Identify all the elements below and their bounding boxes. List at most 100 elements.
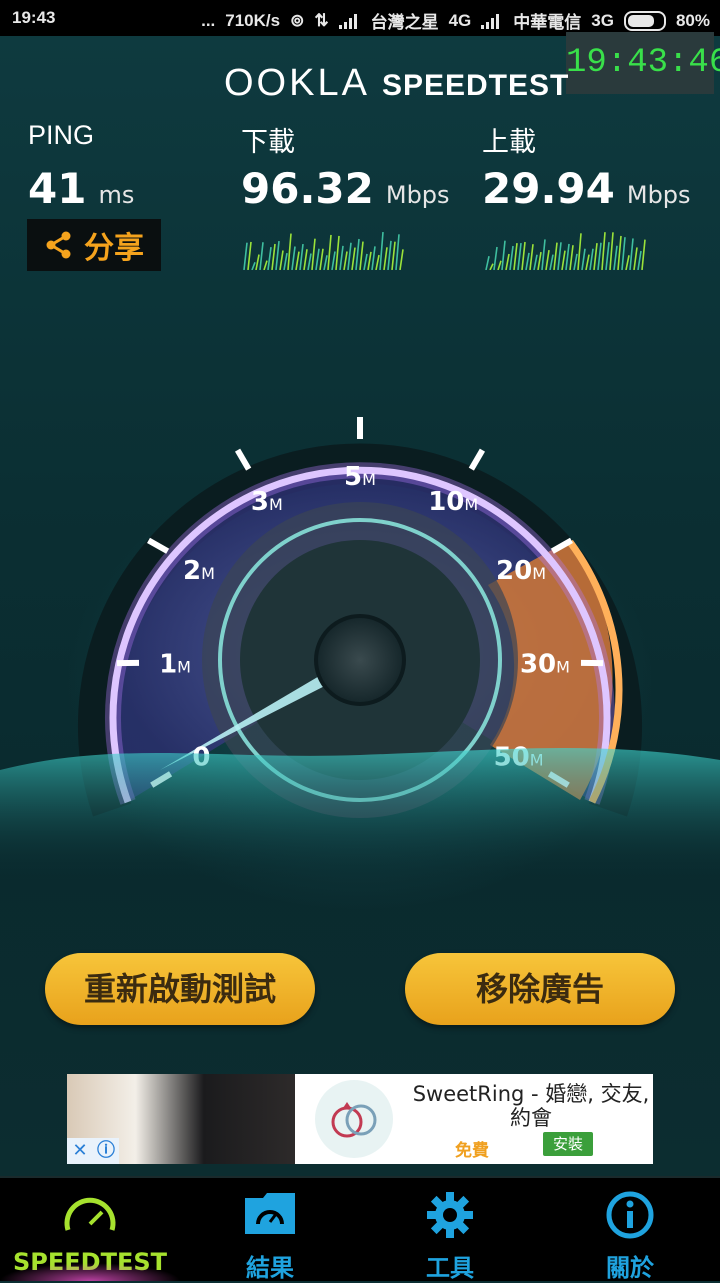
download-label: 下載 — [241, 120, 295, 159]
status-time: 19:43 — [12, 8, 55, 28]
sparkline-bar — [514, 243, 517, 270]
signal-icon-1 — [339, 13, 361, 29]
sparkline-bar — [336, 236, 339, 270]
ping-unit: ms — [98, 181, 134, 209]
upload-unit: Mbps — [627, 181, 691, 209]
sparkline-bar — [276, 241, 279, 270]
sparkline-bar — [590, 249, 593, 270]
sparkline-bar — [360, 242, 363, 270]
nav-results[interactable]: 結果 — [180, 1178, 360, 1281]
upload-value-group: 29.94 Mbps — [482, 164, 691, 213]
sparkline-bar — [630, 238, 633, 270]
sparkline-bar — [344, 252, 347, 270]
network-speed: 710K/s — [225, 11, 280, 31]
sparkline-bar — [498, 261, 501, 270]
nav-about[interactable]: 關於 — [540, 1178, 720, 1281]
clock-overlay: 19:43:46 — [566, 32, 714, 94]
network-type-2: 3G — [591, 11, 614, 31]
sparkline-bar — [574, 254, 577, 270]
ping-value: 41 — [28, 164, 86, 213]
nav-label-tools: 工具 — [360, 1248, 540, 1283]
sparkline-bar — [400, 249, 403, 270]
sparkline-bar — [614, 246, 617, 270]
ad-banner[interactable]: ✕ ⓘ SweetRing - 婚戀, 交友, 約會 免費 安裝 — [67, 1074, 653, 1164]
sparkline-bar — [380, 232, 383, 270]
sparkline-bar — [372, 246, 375, 270]
ad-app-logo — [315, 1080, 393, 1158]
ad-title: SweetRing - 婚戀, 交友, 約會 — [411, 1082, 651, 1130]
bottom-navigation: SPEEDTEST 結果 工具 關於 — [0, 1176, 720, 1281]
hotspot-icon: ⊚ — [290, 11, 304, 31]
remove-ads-button[interactable]: 移除廣告 — [405, 953, 675, 1025]
download-value-group: 96.32Mbps — [241, 164, 450, 213]
sparkline-bar — [522, 242, 525, 270]
sparkline-bar — [634, 247, 637, 270]
sparkline-bar — [348, 243, 351, 270]
sparkline-bar — [280, 250, 283, 270]
network-type-1: 4G — [449, 11, 472, 31]
share-icon — [44, 230, 74, 260]
ad-info-icon[interactable]: ⓘ — [93, 1138, 119, 1164]
signal-icon-2 — [481, 13, 503, 29]
sparkline-bar — [538, 252, 541, 270]
download-sparkline — [240, 226, 404, 270]
ad-controls: ✕ ⓘ — [67, 1138, 119, 1164]
gauge-hub — [316, 616, 404, 704]
ping-label: PING — [28, 120, 94, 151]
restart-test-button[interactable]: 重新啟動測試 — [45, 953, 315, 1025]
sparkline-bar — [566, 244, 569, 270]
sparkline-bar — [324, 255, 327, 270]
sparkline-bar — [304, 249, 307, 270]
data-transfer-icon: ⇅ — [314, 11, 328, 31]
sparkline-bar — [490, 264, 493, 270]
sparkline-bar — [602, 232, 605, 270]
speed-gauge: 01M2M3M5M10M20M30M50M — [0, 360, 720, 880]
more-dots: ... — [201, 11, 215, 31]
sparkline-bar — [300, 244, 303, 270]
share-button[interactable]: 分享 — [27, 219, 161, 271]
ad-free-label: 免費 — [455, 1136, 489, 1161]
sparkline-bar — [316, 249, 319, 270]
sparkline-bar — [248, 242, 251, 270]
wave-surface — [0, 748, 720, 880]
sparkline-bar — [396, 234, 399, 270]
sparkline-bar — [594, 243, 597, 270]
sparkline-bar — [530, 244, 533, 270]
gauge-tick — [471, 450, 482, 469]
sparkline-bar — [244, 243, 247, 270]
logo-speedtest: SPEEDTEST — [382, 69, 569, 102]
nav-tools[interactable]: 工具 — [360, 1178, 540, 1281]
sparkline-bar — [356, 239, 359, 270]
sparkline-bar — [296, 252, 299, 270]
sparkline-bar — [526, 253, 529, 270]
sparkline-bar — [494, 247, 497, 270]
battery-icon — [624, 11, 666, 31]
ping-value-group: 41 ms — [28, 164, 134, 213]
sparkline-bar — [542, 239, 545, 270]
upload-sparkline — [482, 226, 646, 270]
logo-ookla: OOKLA — [224, 62, 370, 104]
carrier-2: 中華電信 — [513, 8, 581, 33]
sparkline-bar — [368, 252, 371, 270]
speedometer-icon — [62, 1190, 118, 1240]
battery-percent: 80% — [676, 11, 710, 31]
ad-install-button[interactable]: 安裝 — [543, 1132, 593, 1156]
gauge-tick — [238, 450, 249, 469]
ad-close-icon[interactable]: ✕ — [67, 1138, 93, 1164]
sparkline-bar — [252, 262, 255, 270]
carrier-1: 台灣之星 — [371, 8, 439, 33]
sparkline-bar — [598, 243, 601, 270]
app-logo: OOKLA SPEEDTEST — [224, 62, 569, 105]
status-icons: ... 710K/s ⊚ ⇅ 台灣之星 4G 中華電信 3G 80% — [201, 8, 710, 33]
sparkline-bar — [284, 253, 287, 270]
sparkline-bar — [352, 248, 355, 270]
sparkline-bar — [618, 236, 621, 270]
nav-label-results: 結果 — [180, 1248, 360, 1283]
upload-label: 上載 — [482, 120, 536, 159]
nav-speedtest[interactable]: SPEEDTEST — [0, 1178, 180, 1281]
sparkline-bar — [288, 234, 291, 270]
upload-value: 29.94 — [482, 164, 615, 213]
sparkline-bar — [272, 244, 275, 270]
sparkline-bar — [312, 239, 315, 270]
sparkline-bar — [558, 242, 561, 270]
